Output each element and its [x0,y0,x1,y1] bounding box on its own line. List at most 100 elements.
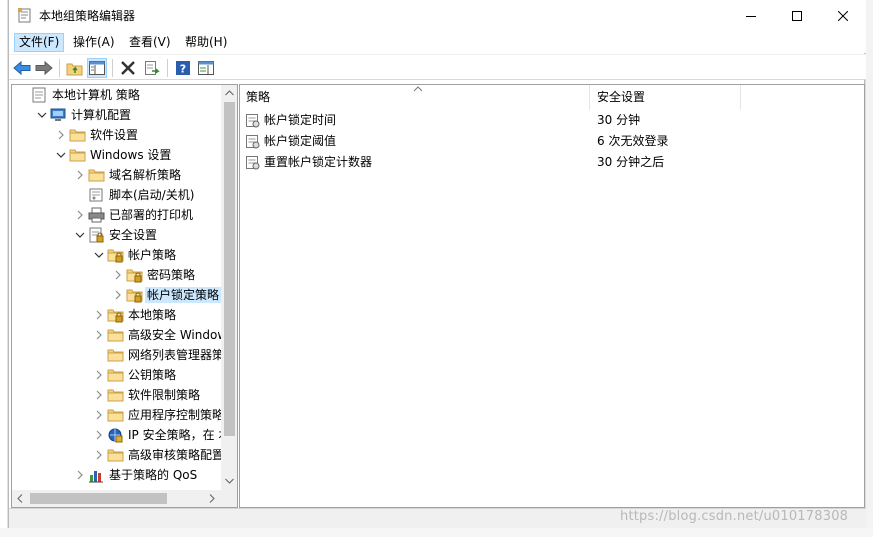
export-list-button[interactable] [142,58,162,78]
policy-setting-icon [246,156,260,170]
folder-icon [69,149,86,162]
tree-node[interactable]: 高级审核策略配置 [12,445,224,465]
up-one-level-button[interactable] [65,58,85,78]
collapsed-chevron-icon[interactable] [75,170,85,180]
policy-document-icon [32,87,46,103]
tree-node[interactable]: 软件限制策略 [12,385,221,405]
tree-node[interactable]: IP 安全策略，在 本 [12,425,230,445]
tree-node[interactable]: 应用程序控制策略 [12,405,224,425]
tree-node[interactable]: 软件设置 [12,125,221,145]
tree-vertical-scroll-thumb[interactable] [224,102,235,436]
tree-node-label: 公钥策略 [128,368,177,382]
tree-node-label: 密码策略 [147,268,196,282]
toolbar-separator [59,59,60,77]
background-window-edge [0,0,8,537]
collapsed-chevron-icon[interactable] [94,450,104,460]
column-header-security-setting[interactable]: 安全设置 [591,85,741,110]
list-item[interactable]: 重置帐户锁定计数器 30 分钟之后 [240,152,864,173]
expanded-chevron-icon[interactable] [94,250,104,260]
tree-node-label: 软件限制策略 [128,388,201,402]
tree-node[interactable]: 已部署的打印机 [12,205,221,225]
collapsed-chevron-icon[interactable] [56,130,66,140]
collapsed-chevron-icon[interactable] [113,290,123,300]
policy-setting-icon [246,135,260,149]
delete-button[interactable] [118,58,138,78]
collapsed-chevron-icon[interactable] [94,310,104,320]
tree-horizontal-scrollbar[interactable] [12,490,221,507]
menu-view[interactable]: 查看(V) [125,33,175,52]
tree-node[interactable]: 网络列表管理器策略 [12,345,236,365]
scrollbar-corner [221,490,237,507]
minimize-icon [746,15,756,17]
collapsed-chevron-icon[interactable] [75,210,85,220]
show-action-pane-button[interactable] [196,58,216,78]
back-button[interactable] [12,58,32,78]
tree-node-label: 安全设置 [109,228,158,242]
tree-node[interactable]: 密码策略 [12,265,221,285]
minimize-button[interactable] [728,0,774,31]
collapsed-chevron-icon[interactable] [94,330,104,340]
menu-file[interactable]: 文件(F) [14,33,65,52]
policy-name: 帐户锁定阈值 [264,134,337,148]
tree-node-label: 脚本(启动/关机) [109,188,195,202]
tree-node[interactable]: 帐户锁定策略 [12,285,222,305]
collapsed-chevron-icon[interactable] [113,270,123,280]
tree-node[interactable]: 脚本(启动/关机) [12,185,221,205]
tree-node[interactable]: 公钥策略 [12,365,221,385]
title-bar[interactable]: 本地组策略编辑器 [9,0,866,31]
tree-node[interactable]: 域名解析策略 [12,165,221,185]
column-header-security-setting-label: 安全设置 [597,90,646,104]
menu-help[interactable]: 帮助(H) [181,33,231,52]
collapsed-chevron-icon[interactable] [94,410,104,420]
tree-node-label: 计算机配置 [71,108,132,122]
tree-node[interactable]: 安全设置 [12,225,221,245]
menu-action[interactable]: 操作(A) [69,33,119,52]
tree-node[interactable]: Windows 设置 [12,145,221,165]
details-list-pane[interactable]: 策略 安全设置 帐户锁定时间 30 分钟 帐户锁定阈值 6 次无效登录 重置帐户锁定计数… [239,84,865,508]
tree-node[interactable]: 高级安全 Windows [12,325,233,345]
expanded-chevron-icon[interactable] [75,230,85,240]
tree-node[interactable]: 帐户策略 [12,245,221,265]
tree-node[interactable]: 计算机配置 [12,105,221,125]
list-item[interactable]: 帐户锁定阈值 6 次无效登录 [240,131,864,152]
sort-ascending-icon [413,86,423,92]
console-tree-pane[interactable]: 本地计算机 策略计算机配置软件设置 Windows 设置域名解析策略脚本(启动/关… [11,84,238,508]
tree-node-label: 本地策略 [128,308,177,322]
collapsed-chevron-icon[interactable] [94,370,104,380]
close-button[interactable] [820,0,866,31]
printer-icon [88,207,105,223]
policy-name: 重置帐户锁定计数器 [264,155,373,169]
tree-horizontal-scroll-thumb[interactable] [30,493,167,504]
maximize-button[interactable] [774,0,820,31]
tree-vertical-scrollbar[interactable] [221,85,237,490]
forward-button[interactable] [34,58,54,78]
scroll-right-arrow-icon[interactable] [209,494,215,503]
tree-node[interactable]: 本地策略 [12,305,221,325]
tree-node-label: 高级审核策略配置 [128,448,225,462]
expanded-chevron-icon[interactable] [56,150,66,160]
scroll-down-arrow-icon[interactable] [225,478,234,484]
collapsed-chevron-icon[interactable] [94,430,104,440]
tree-node-label: 本地计算机 策略 [52,88,140,102]
folder-icon [69,129,86,142]
tree-node[interactable]: 基于策略的 QoS [12,465,221,485]
tree-node-label: 已部署的打印机 [109,208,194,222]
tree-node-label: Windows 设置 [90,148,172,162]
list-item[interactable]: 帐户锁定时间 30 分钟 [240,110,864,131]
show-hide-console-tree-button[interactable] [87,58,107,78]
help-button[interactable]: ? [173,58,193,78]
collapsed-chevron-icon[interactable] [75,470,85,480]
collapsed-chevron-icon[interactable] [94,390,104,400]
back-arrow-icon [13,60,31,76]
folder-icon [107,369,124,382]
expanded-chevron-icon[interactable] [37,110,47,120]
tree-node[interactable]: 本地计算机 策略 [12,85,221,105]
folder-icon [107,329,124,342]
tree-node-label: 高级安全 Windows [128,328,234,342]
close-icon [838,10,848,21]
policy-security-setting: 6 次无效登录 [597,134,669,148]
folder-icon [88,169,105,182]
background-bottom-edge [0,528,873,537]
scroll-left-arrow-icon[interactable] [17,494,23,503]
scroll-up-arrow-icon[interactable] [225,90,234,96]
